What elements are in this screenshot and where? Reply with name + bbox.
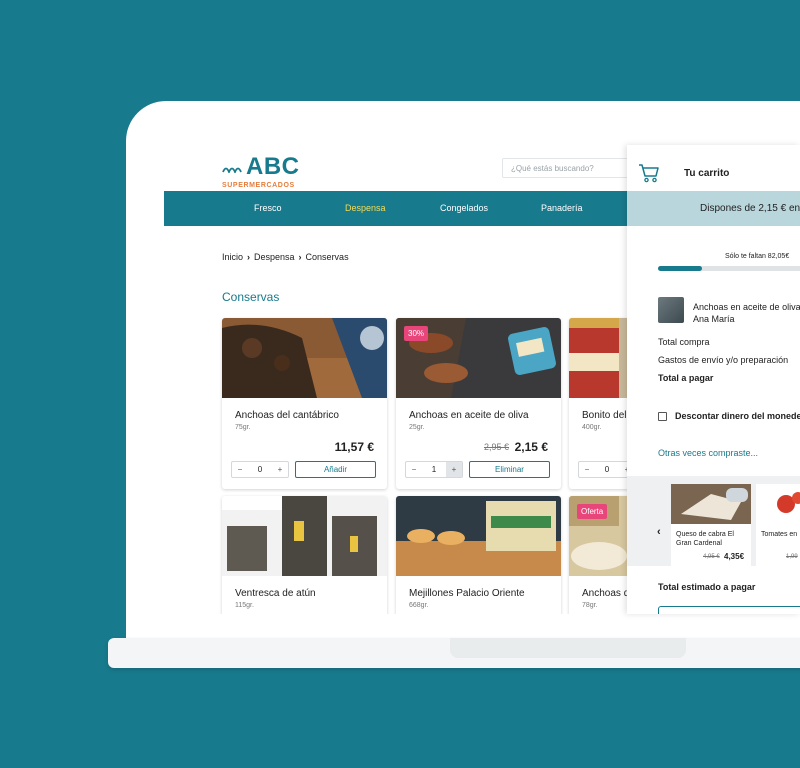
laptop-notch <box>450 638 686 658</box>
breadcrumb-despensa[interactable]: Despensa <box>254 252 295 262</box>
rec-product-old-price: 1,99 <box>786 554 798 560</box>
product-name: Anchoas en aceite de oliva <box>409 410 529 421</box>
total-compra-label: Total compra <box>658 337 710 347</box>
quantity-value: 1 <box>431 465 437 474</box>
wallet-checkbox-label[interactable]: Descontar dinero del monedero <box>675 411 800 421</box>
minus-button[interactable]: − <box>579 462 595 477</box>
product-price: 11,57 € <box>334 440 374 454</box>
breadcrumb: Inicio › Despensa › Conservas <box>222 252 349 262</box>
plus-button[interactable]: + <box>272 462 288 477</box>
brand-tagline: SUPERMERCADOS <box>222 182 295 189</box>
total-pagar-label: Total a pagar <box>658 373 714 383</box>
product-name: Mejillones Palacio Oriente <box>409 588 525 599</box>
cart-item-name-line2: Ana María <box>693 314 735 324</box>
chevron-right-icon: › <box>298 252 302 262</box>
gastos-envio-label: Gastos de envío y/o preparación <box>658 355 789 365</box>
offer-badge: Oferta <box>577 504 608 519</box>
discount-badge: 30% <box>404 326 429 341</box>
product-weight: 400gr. <box>582 424 602 431</box>
product-weight: 115gr. <box>235 602 254 609</box>
total-estimated-label: Total estimado a pagar <box>658 582 756 592</box>
rec-product-price: 4,35€ <box>724 552 745 561</box>
cart-panel: Tu carrito Dispones de 2,15 € en Sólo te… <box>627 145 800 614</box>
breadcrumb-conservas: Conservas <box>305 252 349 262</box>
cart-title: Tu carrito <box>684 168 730 179</box>
product-name: Anchoas del cantábrico <box>235 410 339 421</box>
product-weight: 25gr. <box>409 424 425 431</box>
product-name: Anchoas d <box>582 588 630 599</box>
product-name: Bonito del <box>582 410 627 421</box>
product-weight: 75gr. <box>235 424 251 431</box>
product-old-price: 2,95 € <box>483 442 509 452</box>
chevron-left-icon[interactable]: ‹ <box>657 526 661 538</box>
product-card[interactable]: Ventresca de atún 115gr. <box>222 496 387 614</box>
quantity-value: 0 <box>604 465 610 474</box>
rec-product-card[interactable]: Queso de cabra El Gran Cardenal 4,95 € 4… <box>671 484 751 566</box>
cart-icon[interactable] <box>638 163 660 183</box>
previous-purchases-link[interactable]: Otras veces compraste... <box>658 448 758 458</box>
cart-item-image <box>658 297 684 323</box>
minus-button[interactable]: − <box>232 462 248 477</box>
quantity-value: 0 <box>257 465 263 474</box>
product-image <box>222 496 387 576</box>
rec-product-name: Tomates en <box>761 531 798 538</box>
recommendations-carousel: ‹ Queso de cabra El Gran Cardenal 4,95 €… <box>627 476 800 566</box>
product-card[interactable]: Anchoas del cantábrico 75gr. 11,57 € − 0… <box>222 318 387 489</box>
breadcrumb-inicio[interactable]: Inicio <box>222 252 243 262</box>
nav-item-despensa[interactable]: Despensa <box>345 203 386 213</box>
product-weight: 668gr. <box>409 602 429 609</box>
product-price: 2,15 € <box>514 440 548 454</box>
rec-product-old-price: 4,95 € <box>703 554 720 560</box>
wallet-checkbox[interactable] <box>658 412 667 421</box>
quantity-stepper: − 1 + <box>405 461 463 478</box>
nav-item-fresco[interactable]: Fresco <box>254 203 282 213</box>
shipping-progress-fill <box>658 266 702 271</box>
cart-item-name-line1: Anchoas en aceite de oliva <box>693 302 800 312</box>
search-input[interactable]: ¿Qué estás buscando? <box>502 158 632 178</box>
shipping-progress-bar <box>658 266 800 271</box>
wallet-banner: Dispones de 2,15 € en <box>627 191 800 226</box>
quantity-stepper: − 0 + <box>231 461 289 478</box>
nav-item-panaderia[interactable]: Panadería <box>541 203 583 213</box>
brand-name: ABC <box>246 153 300 180</box>
plus-button[interactable]: + <box>446 462 462 477</box>
product-weight: 78gr. <box>582 602 598 609</box>
shipping-progress-label: Sólo te faltan 82,05€ <box>725 253 790 260</box>
product-card[interactable]: 30% Anchoas en aceite de oliva 25gr. 2,9… <box>396 318 561 489</box>
rec-product-image <box>756 484 800 524</box>
minus-button[interactable]: − <box>406 462 422 477</box>
checkout-button[interactable] <box>658 606 800 614</box>
cart-item-name: Anchoas en aceite de oliva Ana María <box>693 301 800 325</box>
product-name: Ventresca de atún <box>235 588 316 599</box>
chevron-right-icon: › <box>247 252 251 262</box>
product-image <box>222 318 387 398</box>
wallet-banner-text: Dispones de 2,15 € en <box>700 203 800 214</box>
rec-product-card[interactable]: Tomates en 1,99 <box>756 484 800 566</box>
remove-button[interactable]: Eliminar <box>469 461 550 478</box>
rec-product-name: Queso de cabra El Gran Cardenal <box>676 531 734 547</box>
nav-item-congelados[interactable]: Congelados <box>440 203 488 213</box>
rec-product-image <box>671 484 751 524</box>
product-image <box>396 496 561 576</box>
section-title: Conservas <box>222 290 280 304</box>
product-card[interactable]: Mejillones Palacio Oriente 668gr. <box>396 496 561 614</box>
add-button[interactable]: Añadir <box>295 461 376 478</box>
waves-icon <box>222 167 242 173</box>
